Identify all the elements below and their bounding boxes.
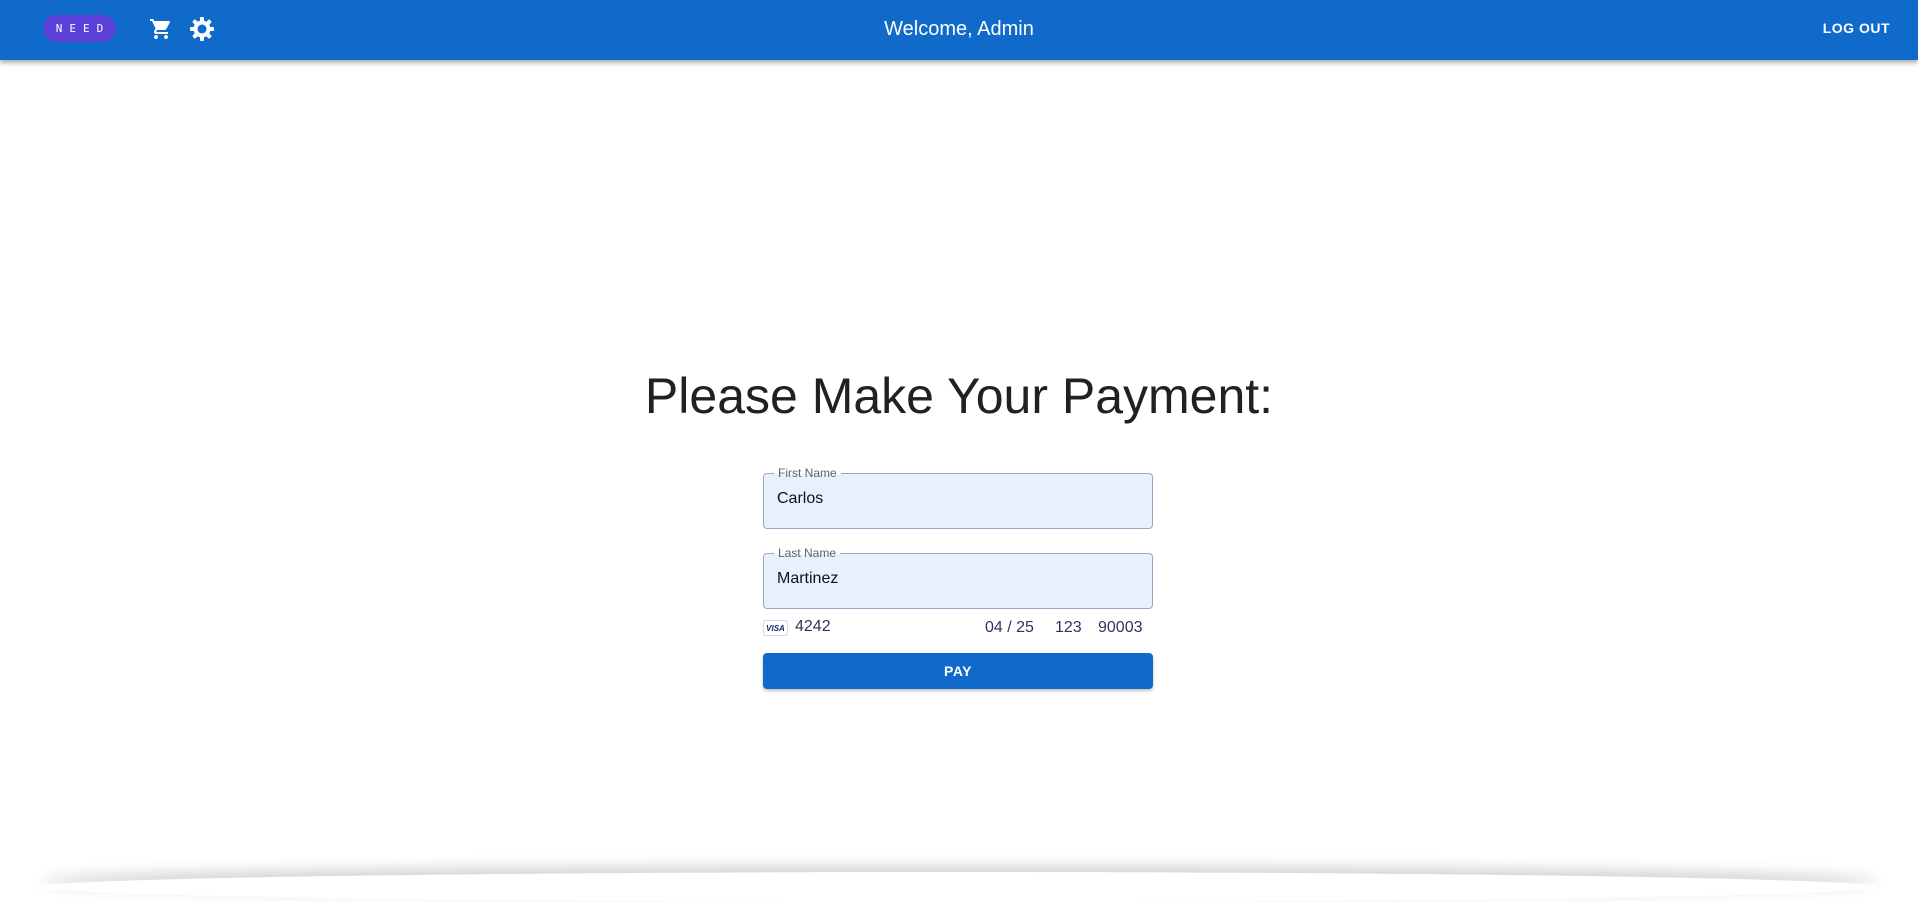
footer-shadow (40, 872, 1878, 902)
logout-button[interactable]: LOG OUT (1823, 18, 1890, 38)
logo-text: NEED (55, 22, 111, 35)
visa-icon: VISA (763, 620, 788, 636)
app-bar: NEED Welcome, Admin LOG OUT (0, 0, 1918, 60)
cart-button[interactable] (145, 13, 177, 45)
card-number-input[interactable]: 4242 (795, 617, 831, 637)
welcome-title: Welcome, Admin (884, 18, 1034, 40)
shopping-cart-icon (150, 19, 171, 39)
first-name-label: First Name (774, 466, 841, 480)
card-element[interactable]: VISA 4242 04 / 25 123 90003 (763, 616, 1153, 638)
card-zip-input[interactable]: 90003 (1098, 618, 1143, 638)
gear-icon (190, 17, 214, 41)
pay-button[interactable]: PAY (763, 653, 1153, 689)
card-expiry-input[interactable]: 04 / 25 (985, 618, 1034, 638)
page-title: Please Make Your Payment: (644, 368, 1274, 424)
last-name-input[interactable] (777, 570, 1137, 588)
card-cvc-input[interactable]: 123 (1055, 618, 1082, 638)
last-name-label: Last Name (774, 546, 841, 560)
settings-button[interactable] (186, 13, 218, 45)
visa-brand-text: VISA (766, 624, 785, 633)
first-name-field: First Name (763, 466, 1153, 529)
first-name-input[interactable] (777, 490, 1137, 508)
need-logo[interactable]: NEED (43, 15, 116, 42)
last-name-field: Last Name (763, 546, 1153, 609)
